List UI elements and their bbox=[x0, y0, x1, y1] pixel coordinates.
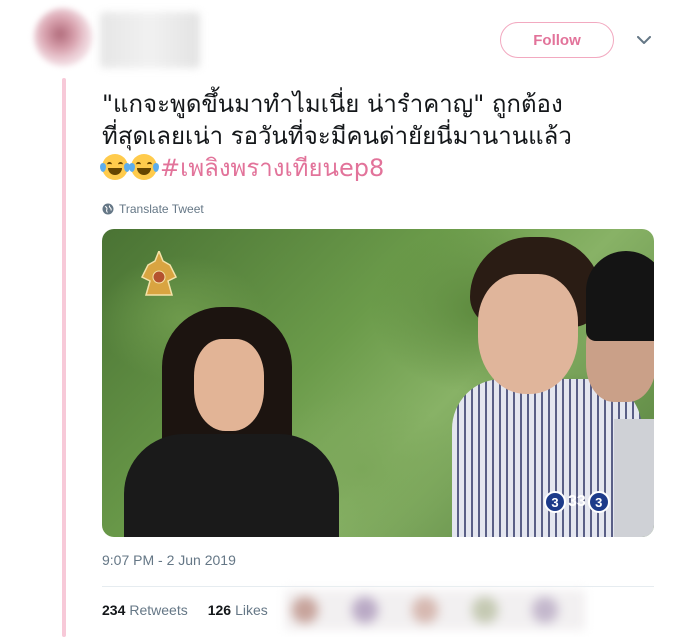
tweet-line-3: #เพลิงพรางเทียนep8 bbox=[100, 152, 672, 184]
channel-text: 33 bbox=[568, 493, 586, 510]
translate-tweet-link[interactable]: Translate Tweet bbox=[102, 202, 204, 216]
chevron-down-icon[interactable] bbox=[636, 33, 652, 47]
tweet-line-1: "แกจะพูดขึ้นมาทำไมเนี่ย น่ารำคาญ" ถูกต้อ… bbox=[102, 90, 563, 118]
tweet-timestamp[interactable]: 9:07 PM - 2 Jun 2019 bbox=[102, 552, 236, 568]
channel-logo: 3 33 3 bbox=[544, 491, 610, 513]
likers-avatars-redacted bbox=[285, 590, 585, 630]
tweet-line-2: ที่สุดเลยเน่า รอวันที่จะมีคนด่ายัยนี่มาน… bbox=[102, 122, 572, 150]
channel-3-icon: 3 bbox=[587, 491, 610, 513]
photo-man-face bbox=[478, 274, 578, 394]
follow-button[interactable]: Follow bbox=[500, 22, 614, 58]
tweet-text: "แกจะพูดขึ้นมาทำไมเนี่ย น่ารำคาญ" ถูกต้อ… bbox=[100, 88, 672, 184]
likes-count[interactable]: 126 bbox=[208, 602, 231, 618]
tweet-stats: 234 Retweets 126 Likes bbox=[102, 602, 268, 618]
photo-woman-face bbox=[194, 339, 264, 431]
tweet-photo[interactable]: 3 33 3 bbox=[102, 229, 654, 537]
retweets-label[interactable]: Retweets bbox=[129, 602, 187, 618]
photo-third-person-hair bbox=[586, 251, 654, 341]
translate-tweet-label: Translate Tweet bbox=[119, 202, 204, 216]
tears-of-joy-emoji-icon bbox=[100, 154, 130, 180]
photo-woman-body bbox=[124, 434, 339, 537]
avatar[interactable] bbox=[34, 8, 92, 66]
author-name-redacted bbox=[100, 12, 200, 68]
channel-3-icon: 3 bbox=[544, 491, 566, 513]
tears-of-joy-emoji-icon bbox=[129, 154, 159, 180]
globe-icon bbox=[102, 203, 114, 215]
crest-logo-icon bbox=[140, 251, 178, 296]
photo-third-person-body bbox=[614, 419, 654, 537]
retweets-count[interactable]: 234 bbox=[102, 602, 125, 618]
thread-line bbox=[62, 78, 66, 637]
divider bbox=[102, 586, 654, 587]
hashtag-link[interactable]: #เพลิงพรางเทียนep8 bbox=[160, 154, 384, 182]
likes-label[interactable]: Likes bbox=[235, 602, 268, 618]
